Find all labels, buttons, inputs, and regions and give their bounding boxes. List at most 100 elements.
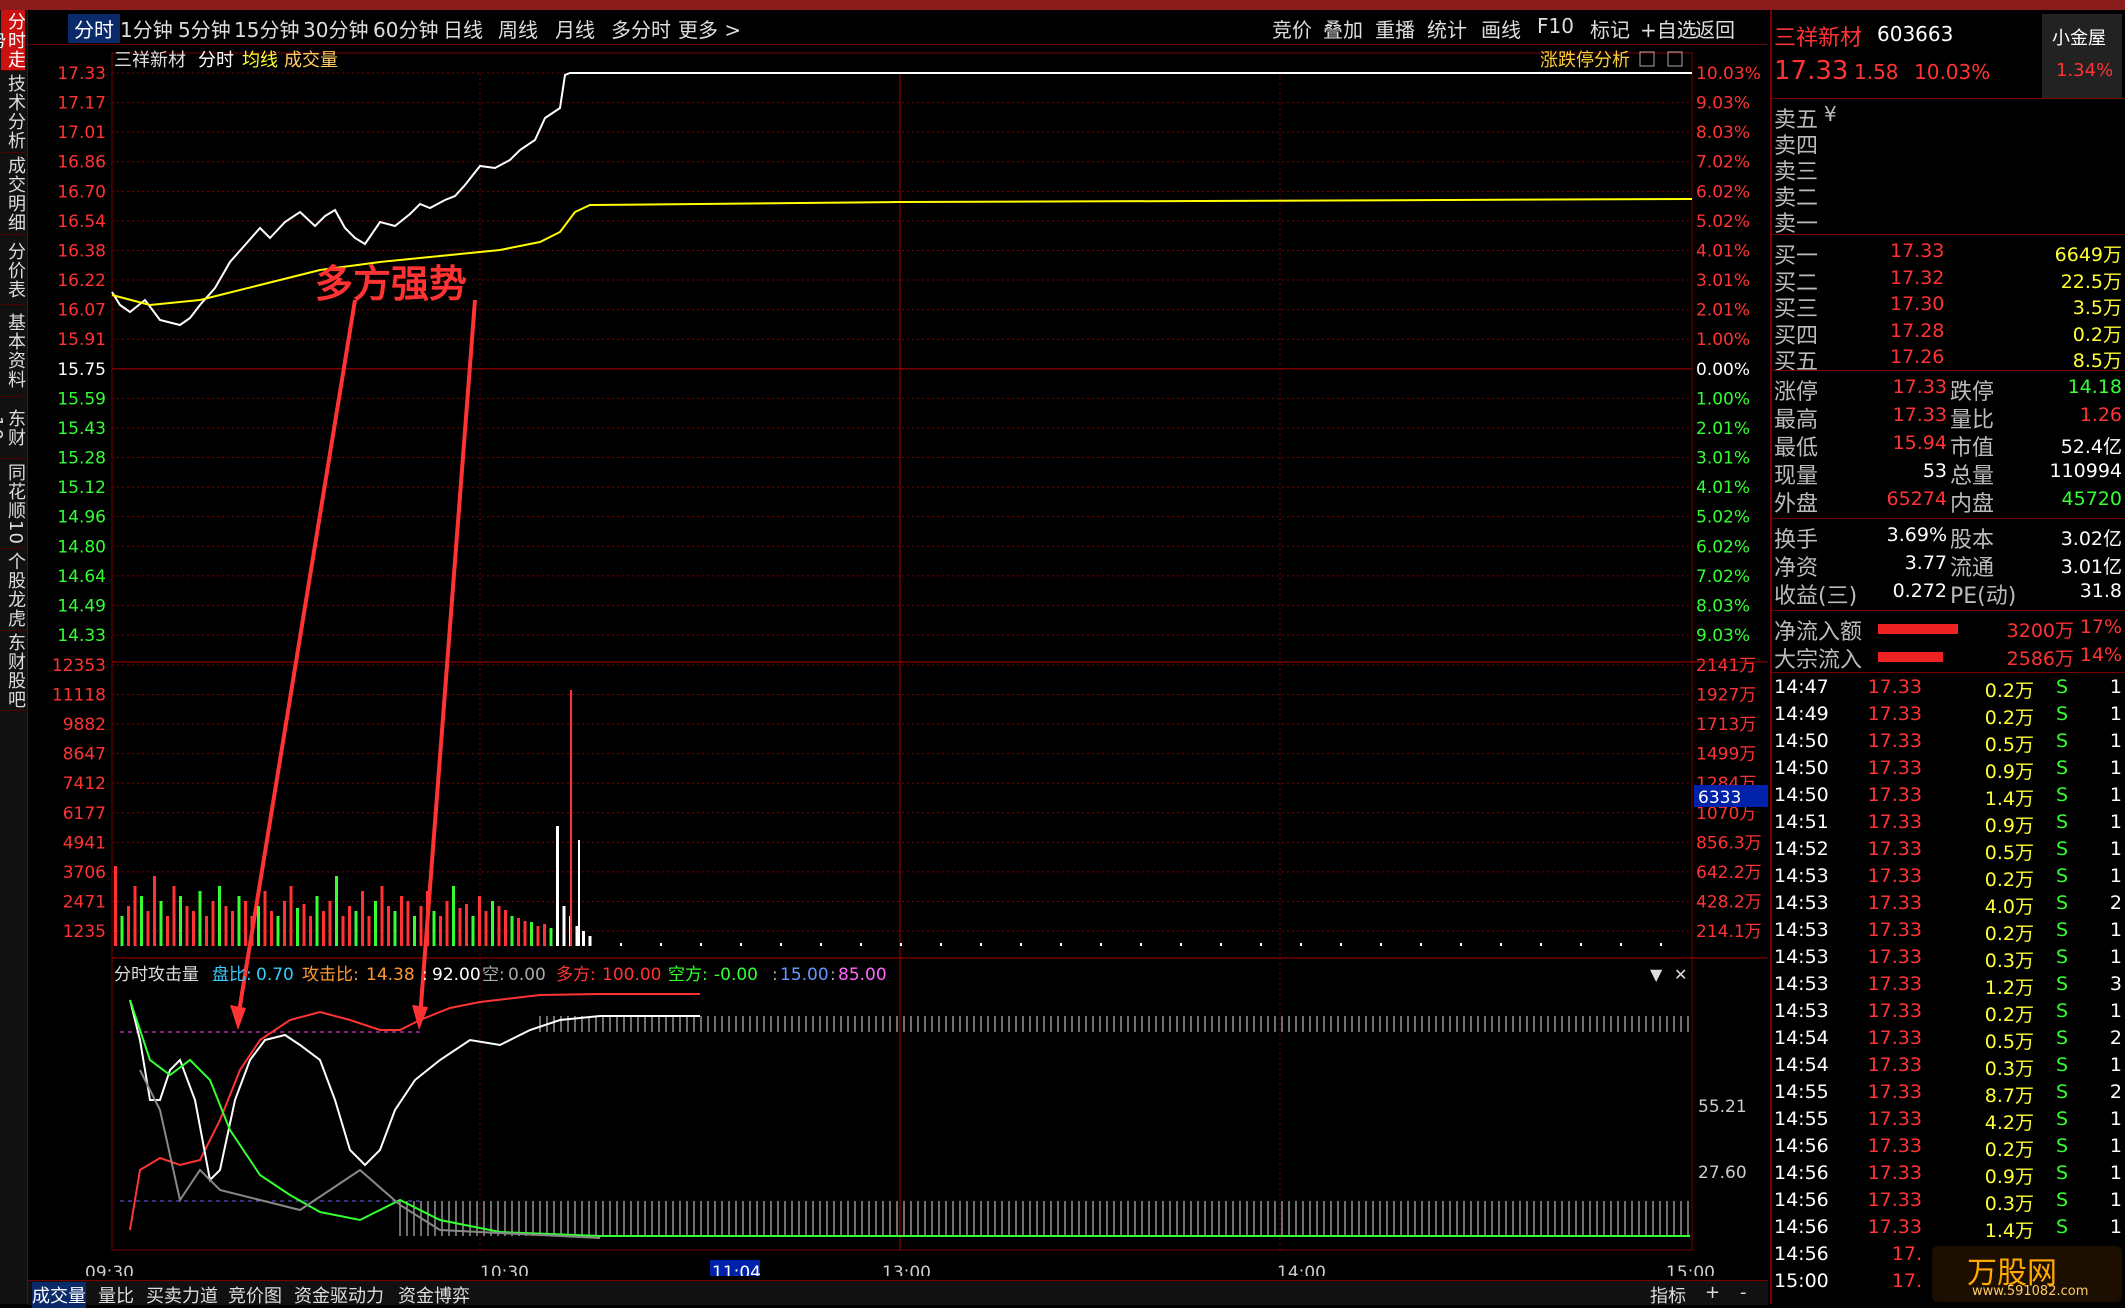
toolbar-action-4[interactable]: 画线	[1481, 14, 1521, 43]
amt-tick-label: 642.2万	[1696, 863, 1762, 883]
pct-tick-label: 10.03%	[1696, 64, 1761, 84]
volume-bar	[523, 921, 527, 946]
volume-bar	[458, 908, 462, 946]
tick-volume: 4.2万	[1984, 1112, 2034, 1134]
pct-tick-label: 2.01%	[1696, 419, 1750, 439]
tick-side: S	[2056, 757, 2069, 779]
pankou-value: 0.70	[256, 965, 294, 985]
period-tab-9[interactable]: 多分时	[611, 14, 671, 43]
stat-value: 14.18	[2067, 376, 2122, 398]
tick-volume: 0.2万	[1984, 1004, 2034, 1026]
toolbar-action-5[interactable]: F10	[1537, 14, 1574, 38]
tick-time: 15:00	[1774, 1270, 1829, 1292]
volume-bar	[192, 911, 195, 946]
pct-tick-label: 0.00%	[1696, 360, 1750, 380]
tick-time: 14:56	[1774, 1135, 1829, 1157]
tick-price: 17.33	[1867, 1027, 1922, 1049]
tick-time: 14:56	[1774, 1162, 1829, 1184]
tick-price: 17.33	[1867, 1162, 1922, 1184]
left-tab-1[interactable]: 技术分析	[1, 72, 26, 153]
indicator-level: 55.21	[1698, 1097, 1747, 1117]
left-tab-8[interactable]: 东财股吧	[1, 632, 26, 711]
bid-volume: 22.5万	[2060, 270, 2122, 293]
chart-svg[interactable]: 三祥新材 分时 均线 成交量 涨跌停分析 17.33 10.03% 17.17 9.03% 17.…	[28, 46, 1772, 1283]
toolbar-action-6[interactable]: 标记	[1590, 14, 1630, 43]
period-tab-6[interactable]: 日线	[443, 14, 483, 43]
bottom-right-0[interactable]: 指标	[1650, 1282, 1686, 1308]
volume-bar	[322, 911, 325, 946]
volume-bar	[582, 931, 585, 946]
indicator-dropdown-icon[interactable]: ▼	[1650, 965, 1663, 984]
tick-time: 14:54	[1774, 1027, 1829, 1049]
tick-time: 14:53	[1774, 919, 1829, 941]
volume-bar	[127, 906, 130, 946]
bottom-right-2[interactable]: -	[1740, 1282, 1747, 1303]
period-tab-10[interactable]: 更多 >	[678, 14, 741, 43]
volume-bar	[380, 886, 384, 946]
bottom-tab-1[interactable]: 量比	[98, 1282, 134, 1308]
price-tick-label: 14.80	[57, 537, 106, 557]
close-icon[interactable]	[1667, 51, 1683, 67]
volume-bar	[940, 943, 942, 946]
stat-label: 内盘	[1950, 492, 1995, 517]
period-tab-4[interactable]: 30分钟	[303, 14, 368, 43]
settings-icon[interactable]	[1639, 51, 1655, 67]
volume-bar	[302, 904, 306, 946]
period-tab-0[interactable]: 分时	[68, 14, 120, 43]
tick-time: 14:53	[1774, 892, 1829, 914]
toolbar-action-8[interactable]: 返回	[1695, 14, 1735, 43]
volume-bar	[1500, 943, 1502, 946]
bid-volume: 8.5万	[2072, 350, 2122, 372]
period-tab-8[interactable]: 月线	[555, 14, 595, 43]
duo-label: 多方:	[556, 965, 596, 985]
pct-tick-label: 4.01%	[1696, 241, 1750, 261]
pct-tick-label: 7.02%	[1696, 567, 1750, 587]
period-tab-2[interactable]: 5分钟	[178, 14, 231, 43]
kong-value: 0.00	[508, 965, 546, 985]
period-tab-5[interactable]: 60分钟	[373, 14, 438, 43]
toolbar-action-3[interactable]: 统计	[1427, 14, 1467, 43]
left-tab-7[interactable]: 个股龙虎	[1, 550, 26, 631]
period-tab-3[interactable]: 15分钟	[234, 14, 299, 43]
stock-code: 603663	[1877, 22, 1954, 46]
tick-count: 1	[2109, 730, 2122, 752]
intraday-chart[interactable]: 三祥新材 分时 均线 成交量 涨跌停分析 17.33 10.03% 17.17 9.03% 17.…	[28, 46, 1772, 1283]
volume-bar	[406, 901, 410, 946]
tick-time: 14:53	[1774, 946, 1829, 968]
toolbar-action-7[interactable]: +自选	[1640, 14, 1697, 43]
left-tab-0[interactable]: 分时走势	[0, 10, 26, 71]
tick-price: 17.33	[1867, 676, 1922, 698]
tick-volume: 0.3万	[1984, 1193, 2034, 1215]
indicator-close-icon[interactable]: ✕	[1674, 965, 1687, 984]
pct-tick-label: 1.00%	[1696, 389, 1750, 409]
limit-analysis-link[interactable]: 涨跌停分析	[1540, 50, 1630, 71]
left-tab-3[interactable]: 分价表	[1, 236, 26, 305]
legend-stock-name: 三祥新材	[114, 50, 186, 71]
volume-bar	[980, 943, 982, 946]
left-tab-2[interactable]: 成交明细	[1, 154, 26, 235]
bottom-tab-4[interactable]: 资金驱动力	[294, 1282, 384, 1308]
toolbar-action-1[interactable]: 叠加	[1323, 14, 1363, 43]
amt-tick-label: 856.3万	[1696, 833, 1762, 853]
left-tab-4[interactable]: 基本资料	[1, 306, 26, 397]
bottom-tab-5[interactable]: 资金博弈	[398, 1282, 470, 1308]
tick-price: 17.33	[1867, 973, 1922, 995]
toolbar-action-2[interactable]: 重播	[1375, 14, 1415, 43]
tick-time: 14:50	[1774, 784, 1829, 806]
left-tab-5[interactable]: 东财10	[0, 398, 26, 459]
ask-price: ¥	[1824, 102, 1837, 126]
bottom-tab-3[interactable]: 竞价图	[228, 1282, 282, 1308]
tick-time: 14:50	[1774, 730, 1829, 752]
stat2-value: 31.8	[2079, 580, 2122, 602]
period-tab-7[interactable]: 周线	[498, 14, 538, 43]
bottom-tab-0[interactable]: 成交量	[32, 1282, 86, 1308]
price-tick-label: 16.38	[57, 241, 106, 261]
stat-value: 53	[1922, 460, 1947, 482]
bottom-right-1[interactable]: +	[1705, 1282, 1720, 1303]
toolbar-action-0[interactable]: 竞价	[1272, 14, 1312, 43]
tick-count: 1	[2109, 1000, 2122, 1022]
bottom-tab-2[interactable]: 买卖力道	[146, 1282, 218, 1308]
period-tab-1[interactable]: 1分钟	[120, 14, 173, 43]
left-tab-6[interactable]: 同花顺10	[1, 460, 26, 549]
legend-vol: 成交量	[284, 50, 338, 71]
